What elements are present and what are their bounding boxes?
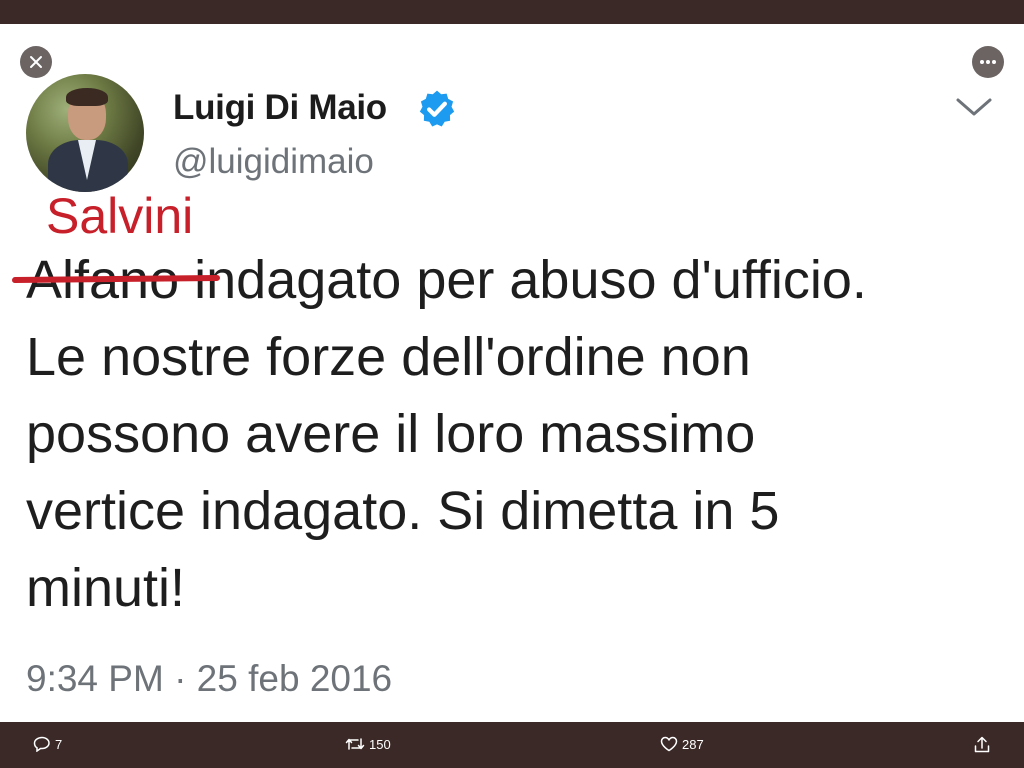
close-button[interactable] xyxy=(20,46,52,78)
avatar xyxy=(26,74,144,192)
tweet-body: Alfano indagato per abuso d'ufficio. Le … xyxy=(11,242,1006,627)
share-icon xyxy=(974,736,990,753)
viewer-action-bar xyxy=(0,722,1024,768)
tweet-line: vertice indagato. Si dimetta in 5 xyxy=(26,481,780,541)
reply-button[interactable]: 7 xyxy=(33,736,62,752)
tweet-line: minuti! xyxy=(26,558,186,618)
viewer-top-bar xyxy=(0,0,1024,24)
more-icon xyxy=(980,60,996,64)
author-name: Luigi Di Maio xyxy=(173,88,387,127)
reply-count: 7 xyxy=(55,736,63,752)
verified-icon xyxy=(419,90,455,127)
close-icon xyxy=(30,56,42,68)
more-button[interactable] xyxy=(972,46,1004,78)
retweet-count: 150 xyxy=(369,736,391,752)
chevron-down-icon[interactable] xyxy=(952,92,996,122)
like-icon xyxy=(660,736,678,752)
tweet-line: possono avere il loro massimo xyxy=(26,404,756,464)
handwritten-annotation: Salvini xyxy=(46,188,194,244)
retweet-icon xyxy=(345,738,365,750)
reply-icon xyxy=(33,736,50,752)
author-handle: @luigidimaio xyxy=(173,142,374,181)
share-button[interactable] xyxy=(973,736,991,754)
tweet-timestamp: 9:34 PM · 25 feb 2016 xyxy=(26,658,393,699)
like-button[interactable]: 287 xyxy=(660,736,704,752)
struck-word: Alfano xyxy=(11,242,221,319)
like-count: 287 xyxy=(682,736,704,752)
tweet-line: Alfano indagato per abuso d'ufficio. xyxy=(11,242,1006,319)
retweet-button[interactable]: 150 xyxy=(345,736,391,752)
tweet-line: Le nostre forze dell'ordine non xyxy=(26,327,751,387)
